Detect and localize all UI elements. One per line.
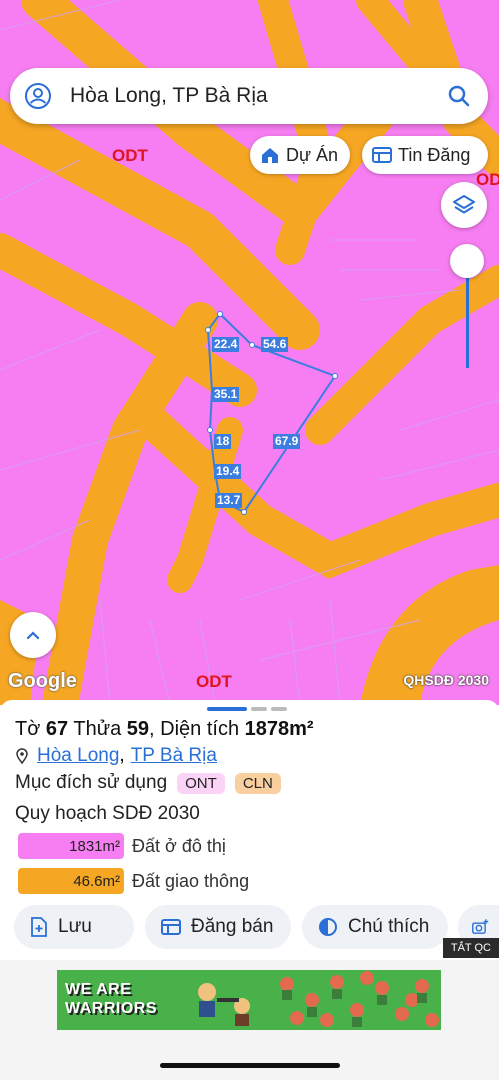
zone-label: ODT bbox=[196, 672, 232, 691]
du-an-label: Dự Án bbox=[286, 144, 339, 165]
legend-row: 1831m² Đất ở đô thị bbox=[18, 833, 226, 859]
sheet-handle-dot bbox=[271, 707, 287, 711]
purpose-label: Mục đích sử dụng bbox=[15, 772, 168, 793]
news-icon bbox=[161, 919, 181, 935]
note-button[interactable]: Chú thích bbox=[302, 905, 448, 949]
legend-row: 46.6m² Đất giao thông bbox=[18, 868, 249, 894]
parcel-label: Thửa bbox=[73, 718, 122, 740]
dimension-label: 35.1 bbox=[212, 387, 240, 402]
dimension-label: 67.9 bbox=[273, 434, 301, 449]
area-label: Diện tích bbox=[160, 718, 240, 740]
purpose-tag: ONT bbox=[177, 772, 225, 794]
layers-icon bbox=[453, 195, 475, 214]
news-icon bbox=[372, 147, 392, 163]
google-logo: Google bbox=[8, 670, 77, 692]
dimension-label: 19.4 bbox=[214, 464, 242, 479]
search-input[interactable]: Hòa Long, TP Bà Rịa bbox=[70, 84, 446, 108]
layers-button[interactable] bbox=[441, 182, 487, 228]
location-pin-icon bbox=[16, 748, 28, 764]
sheet-handle-dot bbox=[251, 707, 267, 711]
dimension-label: 54.6 bbox=[261, 337, 289, 352]
ad-banner[interactable]: WE ARE WARRIORS bbox=[57, 970, 441, 1030]
map-view[interactable]: ODT ODT ODT 22.4 54.6 35.1 67.9 18 19.4 … bbox=[0, 0, 499, 705]
tin-dang-button[interactable]: Tin Đăng bbox=[362, 136, 488, 174]
note-label: Chú thích bbox=[348, 916, 430, 937]
plan-title: Quy hoạch SDĐ 2030 bbox=[15, 803, 200, 824]
ad-title: WE ARE WARRIORS bbox=[65, 981, 157, 1017]
home-indicator bbox=[160, 1063, 340, 1068]
plan-year-label: QHSDĐ 2030 bbox=[403, 672, 489, 688]
save-button[interactable]: Lưu bbox=[14, 905, 134, 949]
purpose-row: Mục đích sử dụng ONT CLN bbox=[15, 772, 281, 794]
contrast-icon bbox=[319, 918, 337, 936]
parcel-info-sheet: Tờ 67 Thửa 59, Diện tích 1878m² Hòa Long… bbox=[0, 700, 499, 960]
du-an-button[interactable]: Dự Án bbox=[250, 136, 350, 174]
zone-label: ODT bbox=[112, 146, 148, 165]
legend-value: 46.6m² bbox=[18, 868, 124, 894]
post-label: Đăng bán bbox=[191, 916, 274, 937]
legend-label: Đất ở đô thị bbox=[132, 835, 226, 856]
ward-link[interactable]: Hòa Long bbox=[37, 745, 119, 767]
search-bar[interactable]: Hòa Long, TP Bà Rịa bbox=[10, 68, 488, 124]
sheet-number: 67 bbox=[45, 718, 69, 740]
parcel-summary: Tờ 67 Thửa 59, Diện tích 1878m² bbox=[15, 718, 314, 740]
save-label: Lưu bbox=[58, 916, 92, 937]
purpose-tag: CLN bbox=[234, 772, 281, 794]
location-row: Hòa Long , TP Bà Rịa bbox=[15, 745, 217, 767]
tin-dang-label: Tin Đăng bbox=[398, 144, 471, 165]
city-link[interactable]: TP Bà Rịa bbox=[131, 745, 217, 767]
chevron-up-icon bbox=[26, 631, 40, 640]
close-ad-button[interactable]: TẮT QC bbox=[442, 938, 499, 958]
sheet-handle[interactable] bbox=[207, 707, 247, 711]
area-value: 1878m² bbox=[244, 718, 314, 740]
post-button[interactable]: Đăng bán bbox=[145, 905, 291, 949]
add-file-icon bbox=[31, 917, 47, 937]
dimension-label: 22.4 bbox=[212, 337, 240, 352]
legend-label: Đất giao thông bbox=[132, 870, 250, 891]
dimension-label: 18 bbox=[214, 434, 232, 449]
dimension-label: 13.7 bbox=[215, 493, 243, 508]
search-icon[interactable] bbox=[446, 83, 472, 109]
add-photo-icon bbox=[472, 919, 489, 934]
opacity-slider-handle[interactable] bbox=[450, 244, 484, 278]
expand-button[interactable] bbox=[10, 612, 56, 658]
parcel-number: 59 bbox=[126, 718, 150, 740]
home-icon bbox=[262, 148, 278, 163]
user-icon[interactable] bbox=[24, 82, 52, 110]
sheet-label: Tờ bbox=[15, 718, 41, 740]
legend-value: 1831m² bbox=[18, 833, 124, 859]
